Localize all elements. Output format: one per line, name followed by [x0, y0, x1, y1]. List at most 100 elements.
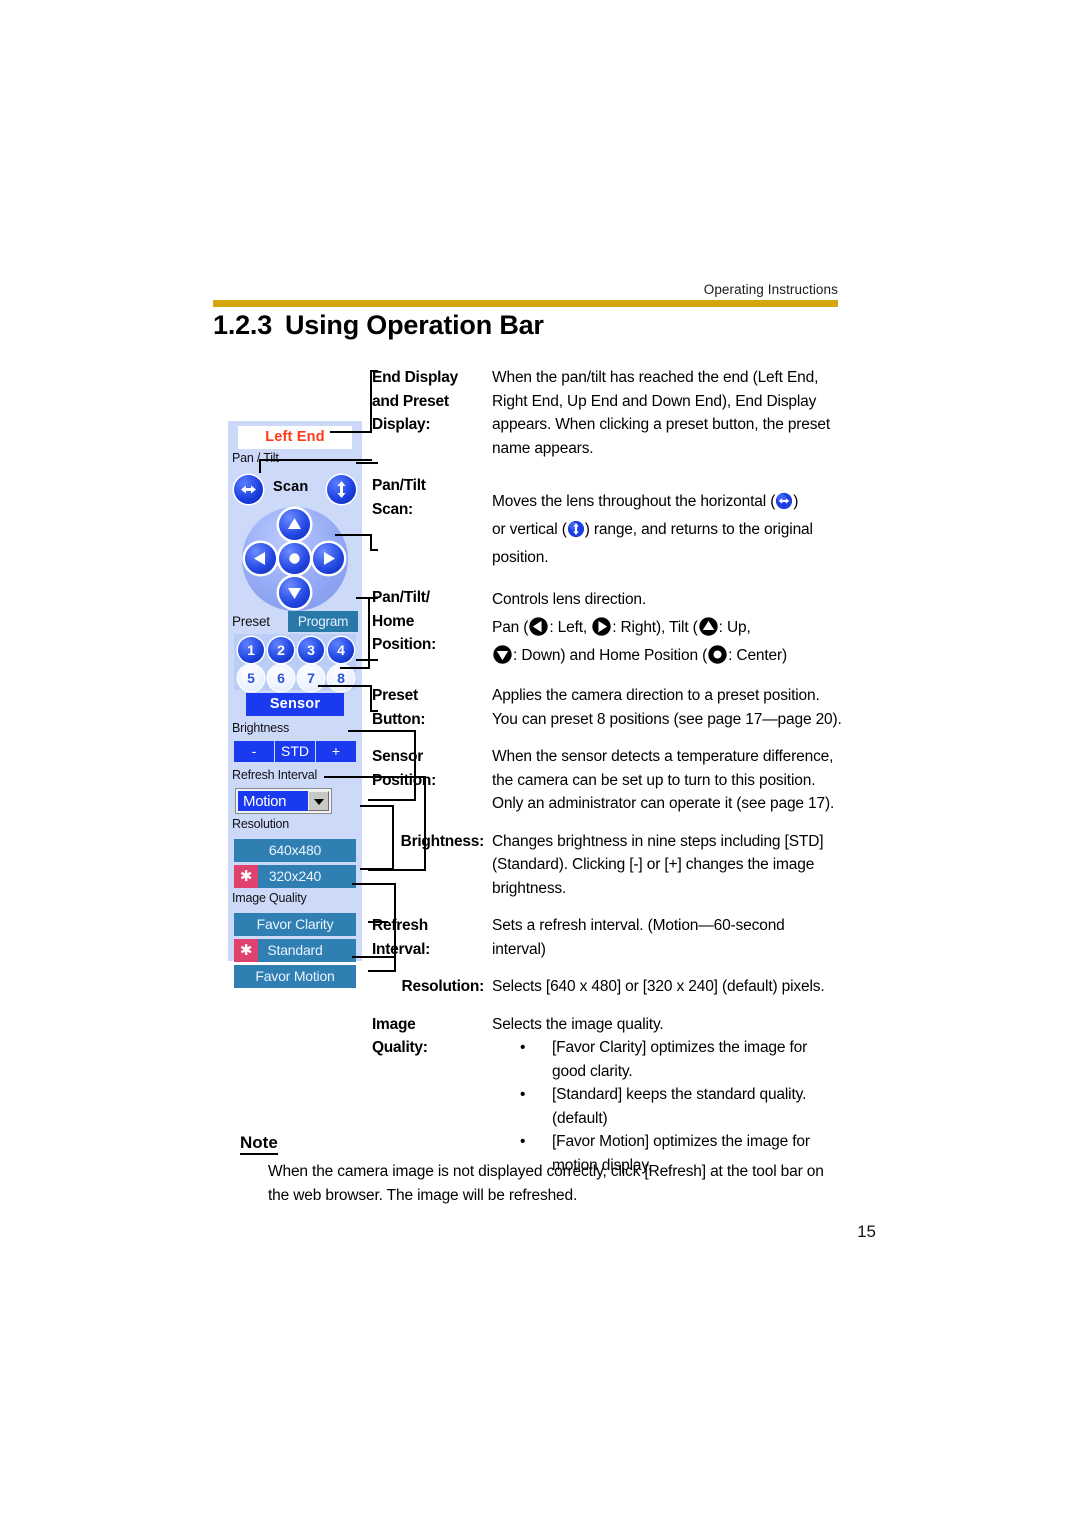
arrow-up-icon — [698, 616, 719, 637]
refresh-interval-value: Motion — [243, 792, 287, 810]
definition-row-refresh-interval: Refresh Interval: Sets a refresh interva… — [372, 914, 842, 961]
image-quality-option-favor-clarity[interactable]: Favor Clarity — [234, 913, 356, 936]
connector-line — [335, 534, 372, 536]
definition-term: Pan/Tilt Scan: — [372, 477, 426, 518]
desc-line: Controls lens direction. — [492, 591, 647, 608]
definition-row-sensor-position: Sensor Position: When the sensor detects… — [372, 745, 842, 816]
preset-label: Preset — [232, 614, 270, 629]
definition-row-pan-tilt-scan: Pan/Tilt Scan: Moves the lens throughout… — [372, 474, 842, 572]
resolution-option-320x240-label: 320x240 — [268, 868, 322, 884]
brightness-std-button[interactable]: STD — [275, 741, 316, 762]
definition-term: Resolution: — [401, 978, 485, 995]
arrow-left-icon — [528, 616, 549, 637]
desc-line: Selects the image quality. — [492, 1015, 664, 1033]
page-title: 1.2.3 Using Operation Bar — [213, 310, 853, 350]
image-quality-option-favor-motion[interactable]: Favor Motion — [234, 965, 356, 988]
note-body: When the camera image is not displayed c… — [268, 1163, 824, 1204]
definition-row-end-display: End Display and Preset Display: When the… — [372, 366, 842, 460]
image-quality-option-standard-label: Standard — [267, 942, 323, 958]
brightness-control: - STD + — [234, 741, 356, 762]
definition-description: Changes brightness in nine steps includi… — [492, 832, 824, 897]
resolution-option-640x480[interactable]: 640x480 — [234, 839, 356, 862]
preset-button-2[interactable]: 2 — [268, 637, 294, 663]
scan-row: Scan — [228, 473, 362, 507]
definition-description: Selects the image quality. [Favor Clarit… — [484, 1013, 842, 1178]
chevron-down-icon[interactable] — [308, 791, 329, 811]
preset-button-1[interactable]: 1 — [238, 637, 264, 663]
end-display-field: Left End — [238, 426, 352, 449]
definition-description: Sets a refresh interval. (Motion—60-seco… — [492, 917, 785, 958]
definition-description: Applies the camera direction to a preset… — [492, 687, 842, 728]
definition-description: When the sensor detects a temperature di… — [492, 748, 835, 812]
definition-list: End Display and Preset Display: When the… — [372, 366, 842, 1177]
arrow-down-icon — [492, 644, 513, 665]
pan-tilt-label: Pan / Tilt — [232, 451, 279, 465]
operation-bar-panel: Left End Pan / Tilt Scan Preset Program … — [228, 421, 362, 988]
definition-row-preset-button: Preset Button: Applies the camera direct… — [372, 684, 842, 731]
page-number: 15 — [857, 1222, 876, 1241]
preset-button-6[interactable]: 6 — [268, 665, 294, 691]
list-item: [Standard] keeps the standard quality. (… — [492, 1083, 842, 1130]
connector-line — [260, 459, 372, 461]
section-number: 1.2.3 — [213, 310, 273, 340]
horizontal-scan-icon[interactable] — [234, 475, 263, 504]
definition-row-pan-tilt-home-position: Pan/Tilt/ Home Position: Controls lens d… — [372, 586, 842, 670]
definition-term: Preset Button: — [372, 687, 426, 728]
program-button[interactable]: Program — [288, 611, 358, 632]
definition-description: Moves the lens throughout the horizontal… — [484, 474, 842, 572]
definition-row-brightness: Brightness: Changes brightness in nine s… — [372, 830, 842, 901]
definition-term: Pan/Tilt/ Home Position: — [372, 589, 437, 653]
definition-term: Refresh Interval: — [372, 917, 431, 958]
list-item: [Favor Clarity] optimizes the image for … — [492, 1036, 842, 1083]
definition-term: Brightness: — [400, 832, 485, 850]
image-quality-label: Image Quality — [232, 891, 307, 905]
document-page: Operating Instructions 1.2.3 Using Operat… — [0, 0, 1080, 1528]
note-heading: Note — [240, 1133, 278, 1155]
preset-button-grid: 1 2 3 4 5 6 7 8 — [234, 634, 356, 691]
brightness-label: Brightness — [232, 721, 290, 735]
brightness-plus-button[interactable]: + — [316, 741, 356, 762]
preset-button-4[interactable]: 4 — [328, 637, 354, 663]
brightness-minus-button[interactable]: - — [234, 741, 275, 762]
arrow-up-icon[interactable] — [279, 509, 310, 540]
scan-label: Scan — [273, 479, 309, 495]
sensor-button[interactable]: Sensor — [246, 693, 344, 716]
horizontal-scan-icon — [775, 492, 793, 510]
resolution-label: Resolution — [232, 817, 290, 831]
arrow-down-icon[interactable] — [279, 577, 310, 608]
refresh-interval-select[interactable]: Motion — [236, 789, 331, 813]
connector-line — [330, 431, 372, 433]
definition-row-resolution: Resolution: Selects [640 x 480] or [320 … — [372, 975, 842, 999]
arrow-right-icon[interactable] — [313, 543, 344, 574]
selected-marker-icon: ✱ — [234, 939, 258, 962]
preset-button-7[interactable]: 7 — [298, 665, 324, 691]
arrow-left-icon[interactable] — [245, 543, 276, 574]
definition-term: Image Quality: — [372, 1015, 428, 1057]
vertical-scan-icon[interactable] — [327, 475, 356, 504]
desc-line: : Down) and Home Position (: Center) — [492, 642, 842, 670]
selected-marker-icon: ✱ — [234, 865, 258, 888]
preset-button-3[interactable]: 3 — [298, 637, 324, 663]
image-quality-option-standard[interactable]: ✱ Standard — [234, 939, 356, 962]
arrow-right-icon — [591, 616, 612, 637]
refresh-interval-label: Refresh Interval — [232, 768, 318, 782]
header-rule — [213, 300, 838, 307]
definition-description: Selects [640 x 480] or [320 x 240] (defa… — [492, 978, 825, 995]
preset-button-5[interactable]: 5 — [238, 665, 264, 691]
home-center-icon — [707, 644, 728, 665]
desc-line: Moves the lens throughout the horizontal… — [492, 492, 799, 510]
home-center-icon[interactable] — [279, 543, 310, 574]
desc-line: or vertical () range, and returns to the… — [492, 520, 813, 566]
vertical-scan-icon — [567, 520, 585, 538]
section-title-text: Using Operation Bar — [285, 310, 544, 340]
connector-line — [340, 667, 370, 669]
running-header: Operating Instructions — [703, 282, 838, 297]
image-quality-bullet-list: [Favor Clarity] optimizes the image for … — [492, 1036, 842, 1177]
desc-line: Pan (: Left, : Right), Tilt (: Up, — [492, 614, 842, 642]
definition-term: End Display and Preset Display: — [372, 369, 458, 433]
preset-row: Preset Program — [228, 611, 362, 633]
definition-term: Sensor Position: — [372, 748, 437, 789]
definition-row-image-quality: Image Quality: Selects the image quality… — [372, 1013, 842, 1178]
definition-description: When the pan/tilt has reached the end (L… — [492, 369, 831, 457]
resolution-option-320x240[interactable]: ✱ 320x240 — [234, 865, 356, 888]
